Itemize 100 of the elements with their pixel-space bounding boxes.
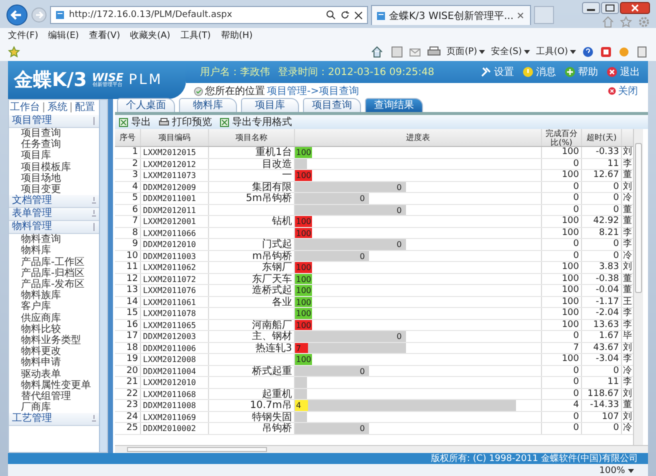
header-link[interactable]: 消息 (522, 65, 556, 79)
sidebar-item[interactable]: 客户库 (9, 301, 99, 313)
table-cell: 7 (115, 216, 141, 226)
menu-item[interactable]: 收藏夹(A) (130, 28, 170, 42)
sidebar-item[interactable]: 物料属性变更单 (9, 380, 99, 392)
menu-item[interactable]: 帮助(H) (220, 28, 253, 42)
progress-marker: 100 (295, 296, 312, 307)
table-cell: 0 (582, 182, 622, 192)
table-cell: 14 (115, 296, 141, 307)
sidebar-item[interactable]: 物料族库 (9, 290, 99, 302)
header-link[interactable]: 设置 (480, 65, 514, 79)
table-cell: DDXM2012010 (141, 239, 209, 250)
sidebar-item[interactable]: 物料比较 (9, 324, 99, 336)
menu-item[interactable]: 工具(T) (180, 28, 211, 42)
table-cell: 43.67 (582, 342, 622, 353)
sidebar-link[interactable]: 系统 (47, 102, 68, 113)
table-cell: 13 (115, 285, 141, 296)
command-menu[interactable]: 工具(O) (536, 45, 576, 58)
sidebar-item[interactable]: 物料申请 (9, 357, 99, 369)
menu-item[interactable]: 文件(F) (8, 28, 38, 42)
address-bar[interactable]: http://172.16.0.13/PLM/Default.aspx (50, 6, 368, 24)
table-cell: DDXM2012003 (141, 331, 209, 342)
table-cell: 刘 (622, 388, 633, 399)
table-cell: 刘 (622, 342, 633, 353)
command-menu[interactable]: 页面(P) (446, 45, 486, 58)
sidebar-item[interactable]: 项目模板库 (9, 162, 99, 173)
table-cell: 17 (115, 331, 141, 342)
tab[interactable]: 项目查询 (303, 98, 361, 112)
zoom-control[interactable]: 100% (599, 466, 634, 476)
sidebar-item[interactable]: 项目库 (9, 150, 99, 162)
menu-item[interactable]: 查看(V) (88, 28, 120, 42)
table-cell: LXXM2012008 (141, 354, 209, 364)
sidebar-group[interactable]: 表单管理 (9, 208, 99, 222)
browser-tab[interactable]: 金蝶K/3 WISE创新管理平... (371, 5, 531, 25)
sidebar-group[interactable]: 物料管理 (9, 221, 99, 234)
table-cell: 李 (622, 239, 633, 250)
toolbar-button[interactable]: 导出 (119, 115, 151, 129)
progress-bar: 0 (295, 423, 369, 434)
column-header[interactable]: 项目名称 (209, 129, 295, 146)
table-cell: 0 (542, 204, 582, 215)
sidebar-item[interactable]: 物料库 (9, 245, 99, 257)
column-header[interactable]: 进度表 (295, 129, 542, 146)
progress-bar: 0 (295, 193, 369, 204)
table-cell: 0 (542, 182, 582, 192)
sidebar-group[interactable]: 文档管理 (9, 195, 99, 208)
sidebar-item[interactable]: 项目变更 (9, 184, 99, 196)
table-cell: LXXM2011076 (141, 285, 209, 296)
menu-item[interactable]: 编辑(E) (48, 28, 79, 42)
header-link[interactable]: 帮助 (564, 65, 598, 79)
table-cell: 12.67 (582, 170, 622, 180)
progress-bar: 0 (295, 204, 406, 215)
sidebar-item[interactable]: 产品库-工作区 (9, 256, 99, 268)
toolbar-button[interactable]: 导出专用格式 (220, 115, 292, 129)
sidebar-link[interactable]: 工作台 (10, 102, 40, 113)
breadcrumb-link[interactable]: 项目管理->项目查询 (267, 84, 359, 98)
toolbar-button[interactable]: 打印预览 (159, 115, 212, 129)
tab[interactable]: 物料库 (179, 98, 237, 112)
progress-marker: 100 (295, 308, 312, 318)
table-cell: 4 (115, 182, 141, 192)
command-menu[interactable]: 安全(S) (491, 45, 530, 58)
sidebar-item[interactable]: 供应商库 (9, 312, 99, 324)
sidebar-item[interactable]: 厂商库 (9, 402, 99, 414)
tab[interactable]: 项目库 (241, 98, 299, 112)
table-cell: 董 (622, 216, 633, 226)
copyright-text: 版权所有: (C) 1998-2011 金蝶软件(中国)有限公司 (431, 452, 638, 465)
sidebar-group[interactable]: 工艺管理 (9, 413, 99, 426)
table-cell: -3.04 (582, 354, 622, 364)
sidebar-item[interactable]: 任务查询 (9, 139, 99, 150)
table-cell: 8.21 (582, 228, 622, 238)
close-link[interactable]: 关闭 (608, 84, 638, 98)
table-cell: 王 (622, 296, 633, 307)
sidebar-item[interactable]: 项目场地 (9, 172, 99, 184)
table-cell: 刘 (622, 182, 633, 192)
sidebar-item[interactable]: 替代组管理 (9, 391, 99, 402)
table-cell: LXXM2011078 (141, 308, 209, 318)
column-header[interactable]: 序号 (115, 129, 141, 146)
sidebar-item[interactable]: 产品库-发布区 (9, 279, 99, 290)
progress-bar: 0 (295, 182, 406, 192)
table-cell: 6 (115, 204, 141, 215)
progress-marker: 100 (295, 147, 312, 158)
table-cell: LXXM2011073 (141, 170, 209, 180)
sidebar-item[interactable]: 物料业务类型 (9, 335, 99, 346)
table-cell: 100 (542, 308, 582, 318)
sidebar-item[interactable]: 驱动表单 (9, 368, 99, 380)
sidebar-item[interactable]: 产品库-归档区 (9, 268, 99, 280)
column-header[interactable]: 完成百分比(%) (542, 129, 582, 146)
header-link[interactable]: 退出 (606, 65, 640, 79)
sidebar-link[interactable]: 配置 (74, 102, 95, 113)
column-header[interactable]: 项目编码 (141, 129, 209, 146)
sidebar-group[interactable]: 项目管理 (9, 115, 99, 128)
table-cell: DDXM2011003 (141, 250, 209, 261)
sidebar-item[interactable]: 物料查询 (9, 234, 99, 246)
tab[interactable]: 个人桌面 (117, 98, 175, 112)
tab[interactable]: 查询结果 (365, 98, 423, 112)
table-cell: 李 (622, 320, 633, 330)
sidebar-item[interactable]: 项目查询 (9, 128, 99, 140)
column-header[interactable]: 超时(天) (582, 129, 622, 146)
sidebar-item[interactable]: 物料更改 (9, 346, 99, 358)
progress-marker: 4 (295, 400, 308, 410)
table-cell: DDXM2011008 (141, 400, 209, 410)
